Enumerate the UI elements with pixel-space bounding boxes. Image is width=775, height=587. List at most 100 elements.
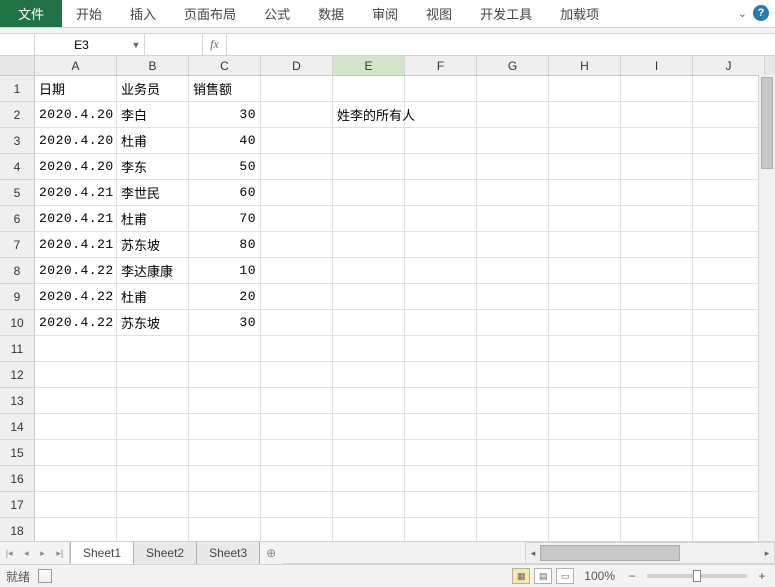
sheet-nav-prev-icon[interactable]: ◂: [24, 548, 29, 559]
cell-E10[interactable]: [333, 310, 405, 336]
cell-J5[interactable]: [693, 180, 765, 206]
cell-C14[interactable]: [189, 414, 261, 440]
cell-D14[interactable]: [261, 414, 333, 440]
cell-D15[interactable]: [261, 440, 333, 466]
zoom-level[interactable]: 100%: [584, 569, 615, 583]
cell-I9[interactable]: [621, 284, 693, 310]
scroll-h-thumb[interactable]: [540, 545, 680, 561]
row-header[interactable]: 3: [0, 128, 35, 154]
cell-I15[interactable]: [621, 440, 693, 466]
sheet-nav-last-icon[interactable]: ▸|: [56, 548, 63, 559]
row-header[interactable]: 14: [0, 414, 35, 440]
cell-C7[interactable]: 80: [189, 232, 261, 258]
cell-F2[interactable]: [405, 102, 477, 128]
cell-H5[interactable]: [549, 180, 621, 206]
tab-layout[interactable]: 页面布局: [170, 0, 250, 27]
cell-E14[interactable]: [333, 414, 405, 440]
cell-C15[interactable]: [189, 440, 261, 466]
col-header-A[interactable]: A: [35, 56, 117, 76]
tab-review[interactable]: 审阅: [358, 0, 412, 27]
cell-F16[interactable]: [405, 466, 477, 492]
cell-G1[interactable]: [477, 76, 549, 102]
cell-F7[interactable]: [405, 232, 477, 258]
macro-record-icon[interactable]: [38, 569, 52, 583]
col-header-B[interactable]: B: [117, 56, 189, 76]
cell-D16[interactable]: [261, 466, 333, 492]
cell-D6[interactable]: [261, 206, 333, 232]
cell-C8[interactable]: 10: [189, 258, 261, 284]
cell-E5[interactable]: [333, 180, 405, 206]
cell-J14[interactable]: [693, 414, 765, 440]
cell-D3[interactable]: [261, 128, 333, 154]
cell-B4[interactable]: 李东: [117, 154, 189, 180]
cell-C4[interactable]: 50: [189, 154, 261, 180]
cell-D10[interactable]: [261, 310, 333, 336]
row-header[interactable]: 16: [0, 466, 35, 492]
vertical-scrollbar[interactable]: [758, 75, 775, 541]
cell-C16[interactable]: [189, 466, 261, 492]
cell-F12[interactable]: [405, 362, 477, 388]
cell-D1[interactable]: [261, 76, 333, 102]
col-header-E[interactable]: E: [333, 56, 405, 76]
col-header-C[interactable]: C: [189, 56, 261, 76]
cell-H15[interactable]: [549, 440, 621, 466]
view-pagelayout-icon[interactable]: ▤: [534, 568, 552, 584]
row-header[interactable]: 17: [0, 492, 35, 518]
sheet-tab-sheet1[interactable]: Sheet1: [70, 542, 134, 564]
cell-B10[interactable]: 苏东坡: [117, 310, 189, 336]
cell-D5[interactable]: [261, 180, 333, 206]
cell-H4[interactable]: [549, 154, 621, 180]
cell-G13[interactable]: [477, 388, 549, 414]
cell-E9[interactable]: [333, 284, 405, 310]
cell-G12[interactable]: [477, 362, 549, 388]
cell-E4[interactable]: [333, 154, 405, 180]
cell-E12[interactable]: [333, 362, 405, 388]
formula-input[interactable]: [227, 34, 775, 55]
cell-D9[interactable]: [261, 284, 333, 310]
cell-A14[interactable]: [35, 414, 117, 440]
zoom-thumb[interactable]: [693, 570, 701, 582]
cell-C2[interactable]: 30: [189, 102, 261, 128]
cell-J3[interactable]: [693, 128, 765, 154]
cell-H6[interactable]: [549, 206, 621, 232]
cell-F3[interactable]: [405, 128, 477, 154]
cell-E6[interactable]: [333, 206, 405, 232]
col-header-D[interactable]: D: [261, 56, 333, 76]
cell-F14[interactable]: [405, 414, 477, 440]
row-header[interactable]: 12: [0, 362, 35, 388]
cell-E8[interactable]: [333, 258, 405, 284]
cell-G6[interactable]: [477, 206, 549, 232]
cell-B11[interactable]: [117, 336, 189, 362]
cell-D7[interactable]: [261, 232, 333, 258]
cell-I13[interactable]: [621, 388, 693, 414]
cell-D2[interactable]: [261, 102, 333, 128]
cell-J11[interactable]: [693, 336, 765, 362]
cell-C9[interactable]: 20: [189, 284, 261, 310]
cell-G15[interactable]: [477, 440, 549, 466]
view-pagebreak-icon[interactable]: ▭: [556, 568, 574, 584]
ribbon-collapse-icon[interactable]: ⌄: [738, 7, 747, 20]
cell-C3[interactable]: 40: [189, 128, 261, 154]
cell-F17[interactable]: [405, 492, 477, 518]
cell-A15[interactable]: [35, 440, 117, 466]
cell-A9[interactable]: 2020.4.22: [35, 284, 117, 310]
tab-insert[interactable]: 插入: [116, 0, 170, 27]
cell-I16[interactable]: [621, 466, 693, 492]
cell-F8[interactable]: [405, 258, 477, 284]
cell-F1[interactable]: [405, 76, 477, 102]
cell-E13[interactable]: [333, 388, 405, 414]
cell-C10[interactable]: 30: [189, 310, 261, 336]
sheet-tab-sheet3[interactable]: Sheet3: [196, 542, 260, 564]
cell-A18[interactable]: [35, 518, 117, 541]
cell-B14[interactable]: [117, 414, 189, 440]
cell-J1[interactable]: [693, 76, 765, 102]
sheet-nav-next-icon[interactable]: ▸: [40, 548, 45, 559]
cell-A6[interactable]: 2020.4.21: [35, 206, 117, 232]
cell-J7[interactable]: [693, 232, 765, 258]
cell-H7[interactable]: [549, 232, 621, 258]
row-header[interactable]: 1: [0, 76, 35, 102]
cell-F18[interactable]: [405, 518, 477, 541]
cell-D4[interactable]: [261, 154, 333, 180]
cell-E3[interactable]: [333, 128, 405, 154]
cell-J6[interactable]: [693, 206, 765, 232]
